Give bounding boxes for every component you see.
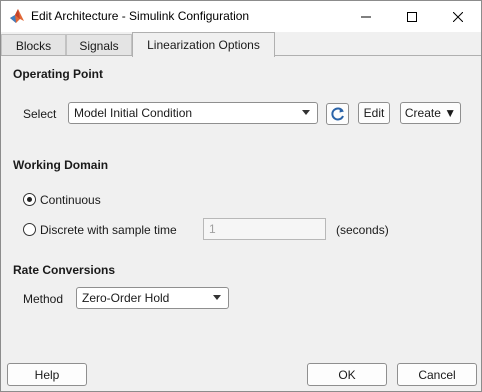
chevron-down-icon <box>302 110 310 115</box>
radio-selected-dot <box>27 197 32 202</box>
working-domain-heading: Working Domain <box>13 158 109 172</box>
dialog-footer: Help OK Cancel <box>1 357 481 391</box>
maximize-button[interactable] <box>389 1 435 32</box>
tab-bar: Blocks Signals Linearization Options <box>1 32 481 57</box>
dialog-window: Edit Architecture - Simulink Configurati… <box>0 0 482 392</box>
operating-point-value: Model Initial Condition <box>74 106 193 120</box>
method-dropdown[interactable]: Zero-Order Hold <box>76 287 229 309</box>
discrete-label[interactable]: Discrete with sample time <box>40 223 177 237</box>
tab-signals[interactable]: Signals <box>66 34 132 56</box>
discrete-radio[interactable] <box>23 223 36 236</box>
close-button[interactable] <box>435 1 481 32</box>
rate-conversions-heading: Rate Conversions <box>13 263 116 277</box>
matlab-logo-icon <box>9 8 25 24</box>
continuous-label[interactable]: Continuous <box>40 193 101 207</box>
tab-blocks[interactable]: Blocks <box>1 34 66 56</box>
minimize-button[interactable] <box>343 1 389 32</box>
help-button[interactable]: Help <box>7 363 87 386</box>
create-button[interactable]: Create ▼ <box>400 102 461 124</box>
sample-time-input: 1 <box>203 218 326 240</box>
close-icon <box>453 11 463 22</box>
method-value: Zero-Order Hold <box>82 291 170 305</box>
refresh-button[interactable] <box>326 103 349 125</box>
window-title: Edit Architecture - Simulink Configurati… <box>31 9 250 23</box>
continuous-radio[interactable] <box>23 193 36 206</box>
chevron-down-icon <box>213 295 221 300</box>
title-bar[interactable]: Edit Architecture - Simulink Configurati… <box>1 1 481 32</box>
maximize-icon <box>407 11 417 22</box>
minimize-icon <box>361 16 371 17</box>
edit-button[interactable]: Edit <box>358 102 390 124</box>
cancel-button[interactable]: Cancel <box>397 363 477 386</box>
operating-point-dropdown[interactable]: Model Initial Condition <box>68 102 318 124</box>
select-label: Select <box>23 107 57 121</box>
operating-point-heading: Operating Point <box>13 67 103 81</box>
method-label: Method <box>23 292 64 306</box>
refresh-icon <box>330 107 344 121</box>
seconds-label: (seconds) <box>336 223 389 237</box>
tab-linearization-options[interactable]: Linearization Options <box>132 32 275 57</box>
ok-button[interactable]: OK <box>307 363 387 386</box>
